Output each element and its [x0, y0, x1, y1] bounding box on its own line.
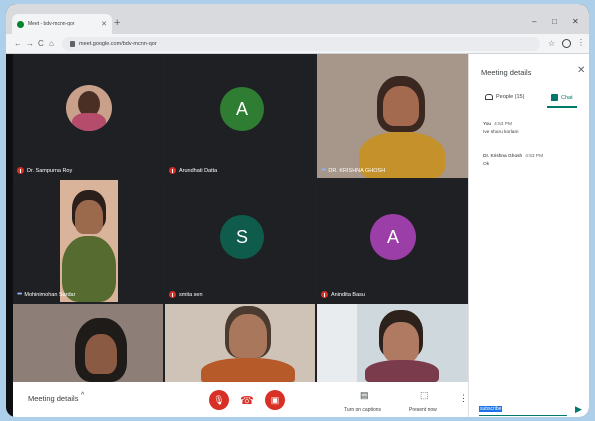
participant-name-label: Dr. Sampurna Roy	[17, 167, 72, 174]
browser-tab-bar: Meet - bdv-mcnn-qor ✕ + – □ ✕	[6, 4, 589, 34]
active-tab-indicator	[547, 106, 577, 108]
present-now-button-label[interactable]: Present now	[409, 407, 437, 413]
bookmark-star-icon[interactable]: ☆	[548, 39, 555, 48]
chat-message-header: Dr. Krishna Ghosh 4:53 PM	[483, 154, 544, 159]
tab-people[interactable]: People (15)	[485, 94, 524, 100]
participant-avatar: A	[370, 214, 416, 260]
chat-icon	[551, 94, 558, 101]
captions-button-label[interactable]: Turn on captions	[344, 407, 381, 413]
present-icon[interactable]: ⬚	[420, 390, 429, 401]
meeting-details-panel: Meeting details ✕ People (15) Chat You 4:…	[468, 54, 589, 417]
reload-icon[interactable]: C	[38, 39, 44, 49]
forward-icon[interactable]: →	[26, 39, 34, 49]
chevron-up-icon[interactable]: ^	[81, 392, 84, 399]
home-icon[interactable]: ⌂	[49, 39, 54, 49]
tab-people-label: People (15)	[496, 94, 525, 100]
chat-input-value: subscribe	[479, 406, 503, 412]
window-close-button[interactable]: ✕	[572, 17, 579, 26]
participant-tile[interactable]: A Anindita Basu	[317, 180, 468, 302]
close-panel-icon[interactable]: ✕	[577, 65, 585, 76]
tab-title: Meet - bdv-mcnn-qor	[28, 21, 75, 27]
tab-chat-label: Chat	[561, 94, 573, 101]
participant-tile[interactable]: A Arundhati Datta	[165, 54, 315, 178]
participant-photo	[66, 85, 112, 131]
mic-off-icon	[17, 167, 24, 174]
participant-tile[interactable]	[165, 304, 315, 382]
participant-name-label: ••• Mohinimohan Sardar	[17, 291, 76, 298]
screen-frame: Meet - bdv-mcnn-qor ✕ + – □ ✕ ← → C ⌂ me…	[6, 4, 589, 417]
back-icon[interactable]: ←	[14, 39, 22, 49]
phone-hangup-icon: ☎	[240, 394, 254, 407]
participant-name-label: smita sen	[169, 291, 203, 298]
participant-name-label: Anindita Basu	[321, 291, 365, 298]
browser-menu-icon[interactable]: ⋮	[577, 38, 585, 47]
tab-close-icon[interactable]: ✕	[101, 20, 107, 28]
mic-off-icon	[321, 291, 328, 298]
minimize-button[interactable]: –	[532, 17, 536, 26]
participant-tile[interactable]: ••• DR. KRISHNA GHOSH	[317, 54, 468, 178]
more-options-icon[interactable]: ⋮	[459, 393, 468, 404]
participant-tile[interactable]	[13, 304, 163, 382]
new-tab-button[interactable]: +	[114, 16, 120, 30]
url-field[interactable]: meet.google.com/bdv-mcnn-qor	[62, 37, 540, 51]
participant-name-label: Arundhati Datta	[169, 167, 217, 174]
hang-up-button[interactable]: ☎	[237, 390, 257, 410]
panel-title: Meeting details	[481, 68, 532, 77]
participant-tile[interactable]: Dr. Sampurna Roy	[13, 54, 163, 178]
camera-off-button[interactable]: ▣	[265, 390, 285, 410]
chat-input-field[interactable]: subscribe	[479, 406, 567, 416]
audio-indicator-icon: •••	[17, 291, 22, 298]
people-icon	[485, 94, 493, 100]
chat-message-text: Ok	[483, 162, 490, 167]
participant-avatar: S	[220, 215, 264, 259]
participant-tile[interactable]	[317, 304, 468, 382]
mic-off-button[interactable]: 🎙	[209, 390, 229, 410]
captions-icon[interactable]: ▤	[360, 390, 369, 401]
chat-message-text: Ive shuru korlam	[483, 130, 519, 135]
lock-icon	[70, 41, 75, 47]
url-text: meet.google.com/bdv-mcnn-qor	[79, 41, 157, 47]
profile-icon[interactable]	[562, 39, 571, 48]
chat-message-header: You 4:53 PM	[483, 122, 512, 127]
participant-grid: Dr. Sampurna Roy A Arundhati Datta ••• D…	[13, 54, 468, 382]
meeting-controls-bar: Meeting details ^ 🎙 ☎ ▣ ▤ Turn on captio…	[13, 382, 468, 417]
camera-off-icon: ▣	[270, 394, 280, 405]
address-bar-row: ← → C ⌂ meet.google.com/bdv-mcnn-qor ☆ ⋮	[6, 34, 589, 54]
meet-favicon-icon	[17, 20, 24, 28]
meeting-details-button[interactable]: Meeting details	[28, 394, 78, 403]
participant-avatar: A	[220, 87, 264, 131]
mic-off-icon	[169, 291, 176, 298]
maximize-button[interactable]: □	[552, 17, 557, 26]
participant-video	[60, 180, 118, 302]
mic-off-icon	[169, 167, 176, 174]
send-icon[interactable]: ▶	[575, 404, 582, 415]
participant-tile[interactable]: ••• Mohinimohan Sardar	[13, 180, 163, 302]
microphone-off-icon: 🎙	[213, 394, 225, 405]
audio-indicator-icon: •••	[321, 167, 326, 174]
browser-tab[interactable]: Meet - bdv-mcnn-qor ✕	[12, 14, 112, 34]
participant-name-label: ••• DR. KRISHNA GHOSH	[321, 167, 386, 174]
tab-chat[interactable]: Chat	[551, 94, 573, 101]
participant-tile[interactable]: S smita sen	[165, 180, 315, 302]
